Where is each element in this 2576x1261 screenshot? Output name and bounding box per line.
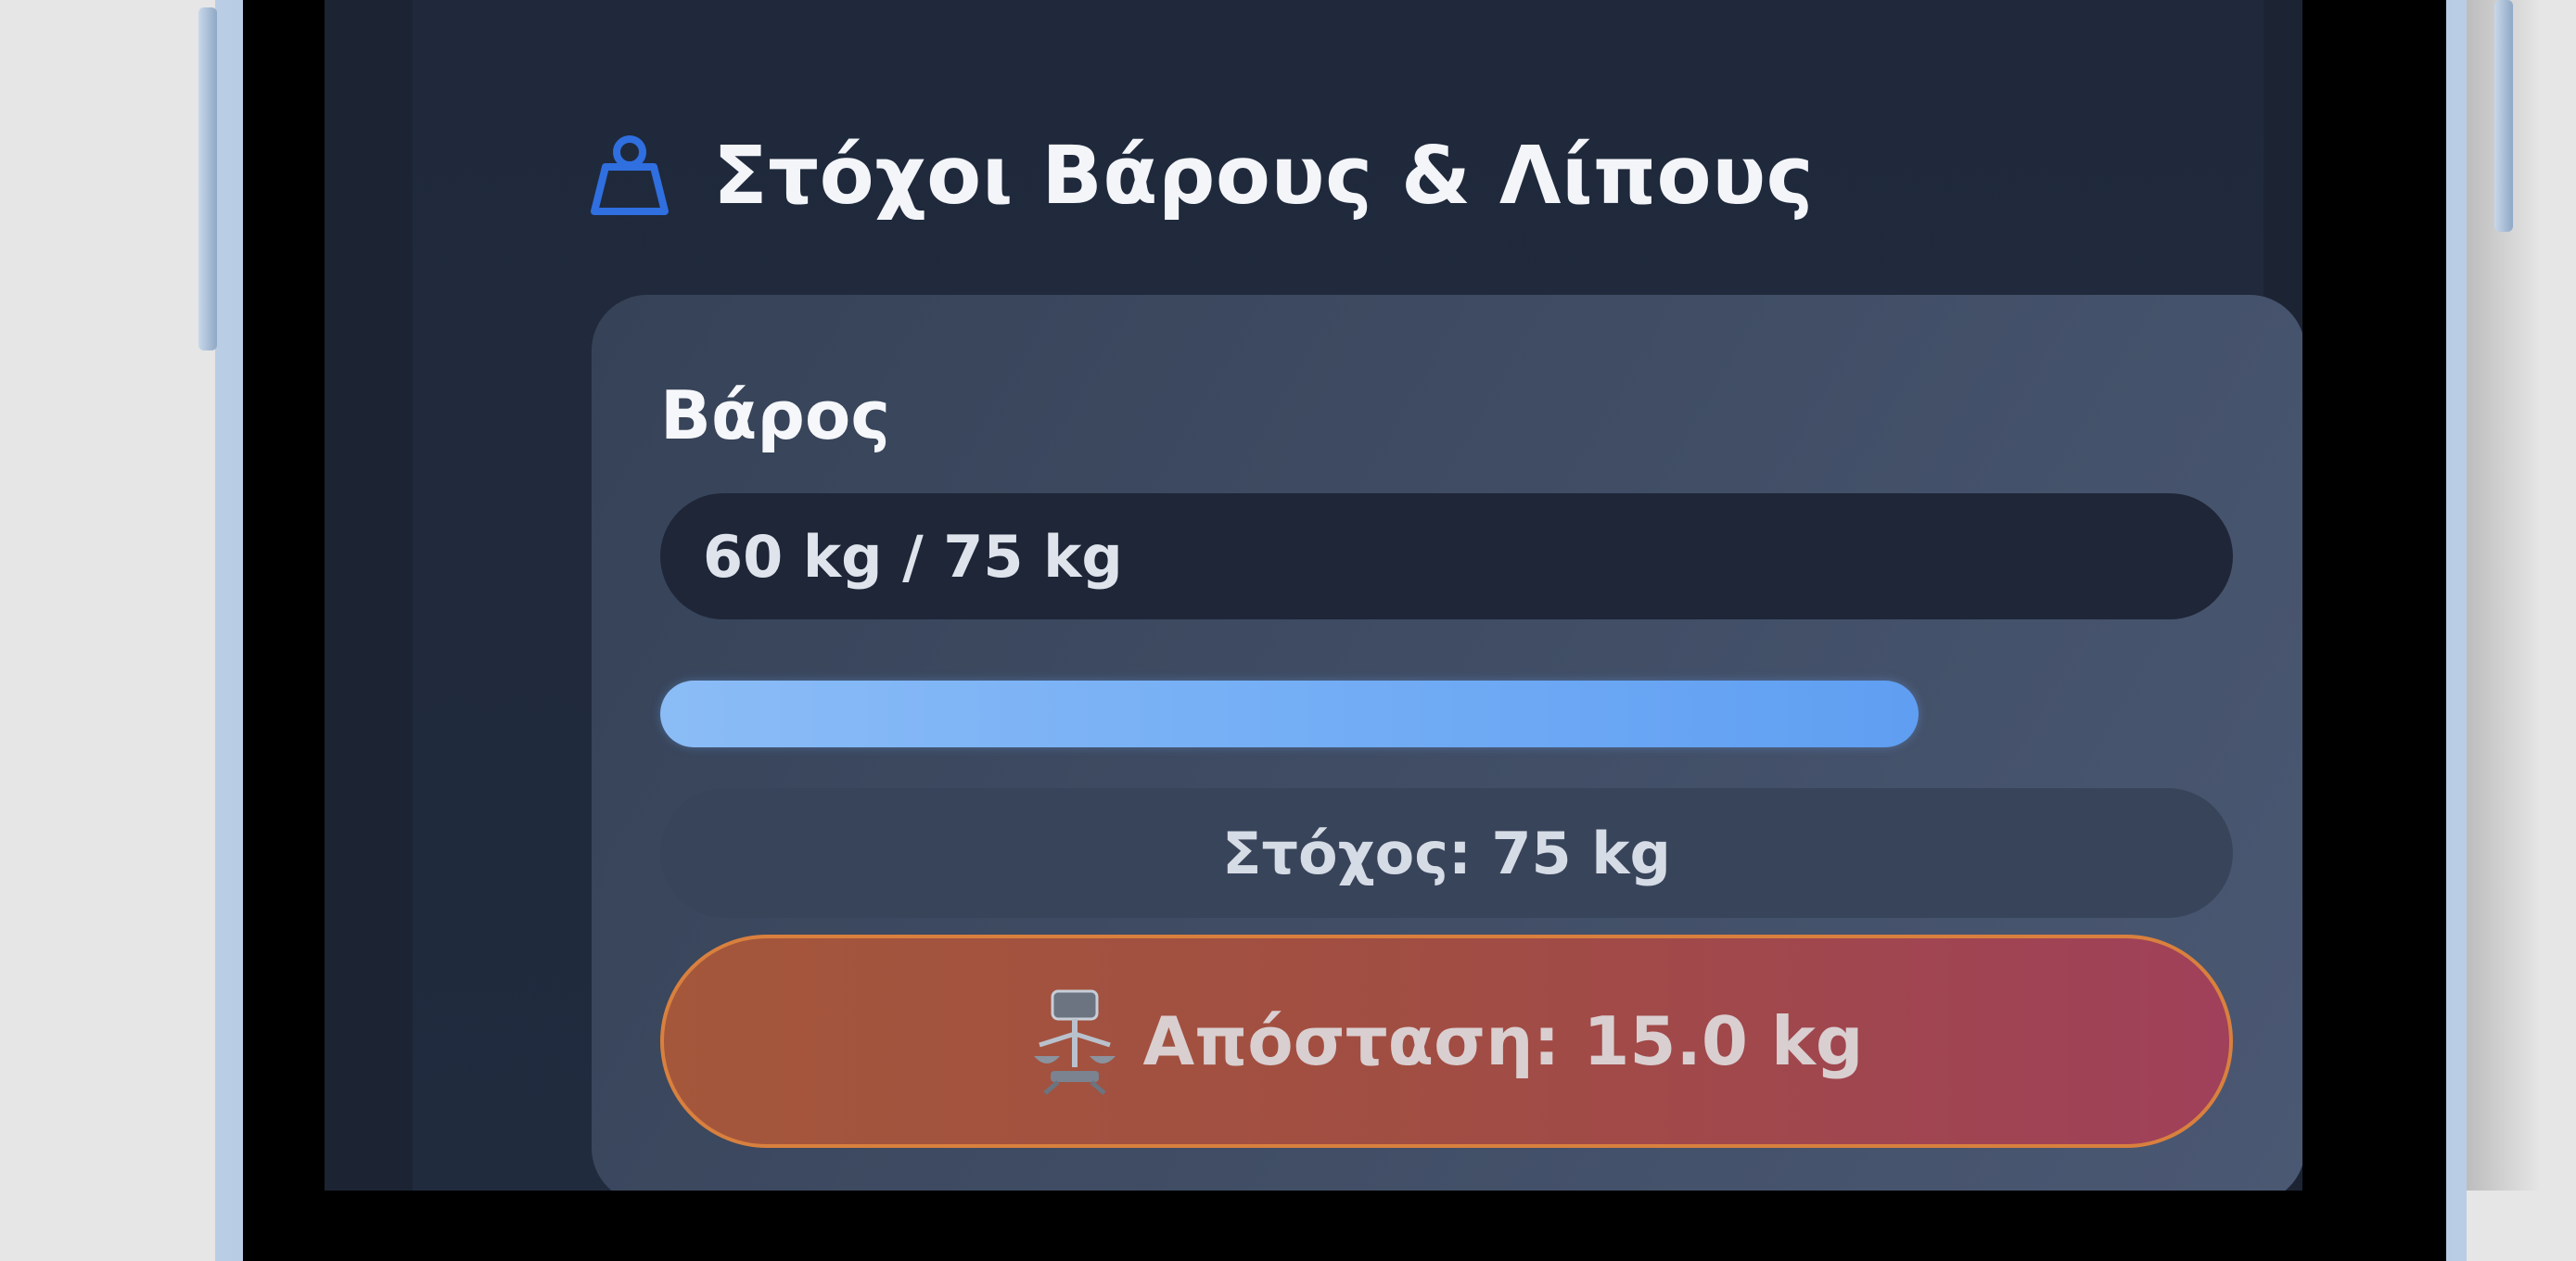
target-label: Στόχος: 75 kg <box>1222 819 1671 887</box>
scale-icon <box>1033 989 1116 1095</box>
target-pill: Στόχος: 75 kg <box>660 788 2233 918</box>
distance-label: Απόσταση: 15.0 kg <box>1142 1002 1864 1080</box>
current-weight-value: 60 kg / 75 kg <box>703 522 1123 591</box>
weight-goal-card: Βάρος 60 kg / 75 kg Στόχος: 75 kg Απόστα… <box>592 295 2302 1191</box>
distance-button[interactable]: Απόσταση: 15.0 kg <box>660 935 2233 1148</box>
weight-icon <box>591 135 669 215</box>
weight-progress-fill <box>660 681 1919 747</box>
weight-progress-bar <box>660 681 2233 747</box>
section-header: Στόχοι Βάρους & Λίπους <box>589 121 1814 232</box>
volume-button <box>198 7 217 350</box>
card-title: Βάρος <box>660 376 891 454</box>
power-button <box>2494 0 2513 232</box>
section-title: Στόχοι Βάρους & Λίπους <box>713 130 1815 223</box>
app-panel: Στόχοι Βάρους & Λίπους Βάρος 60 kg / 75 … <box>413 0 2302 1191</box>
current-weight-pill: 60 kg / 75 kg <box>660 493 2233 619</box>
phone-screen: Στόχοι Βάρους & Λίπους Βάρος 60 kg / 75 … <box>325 0 2302 1191</box>
